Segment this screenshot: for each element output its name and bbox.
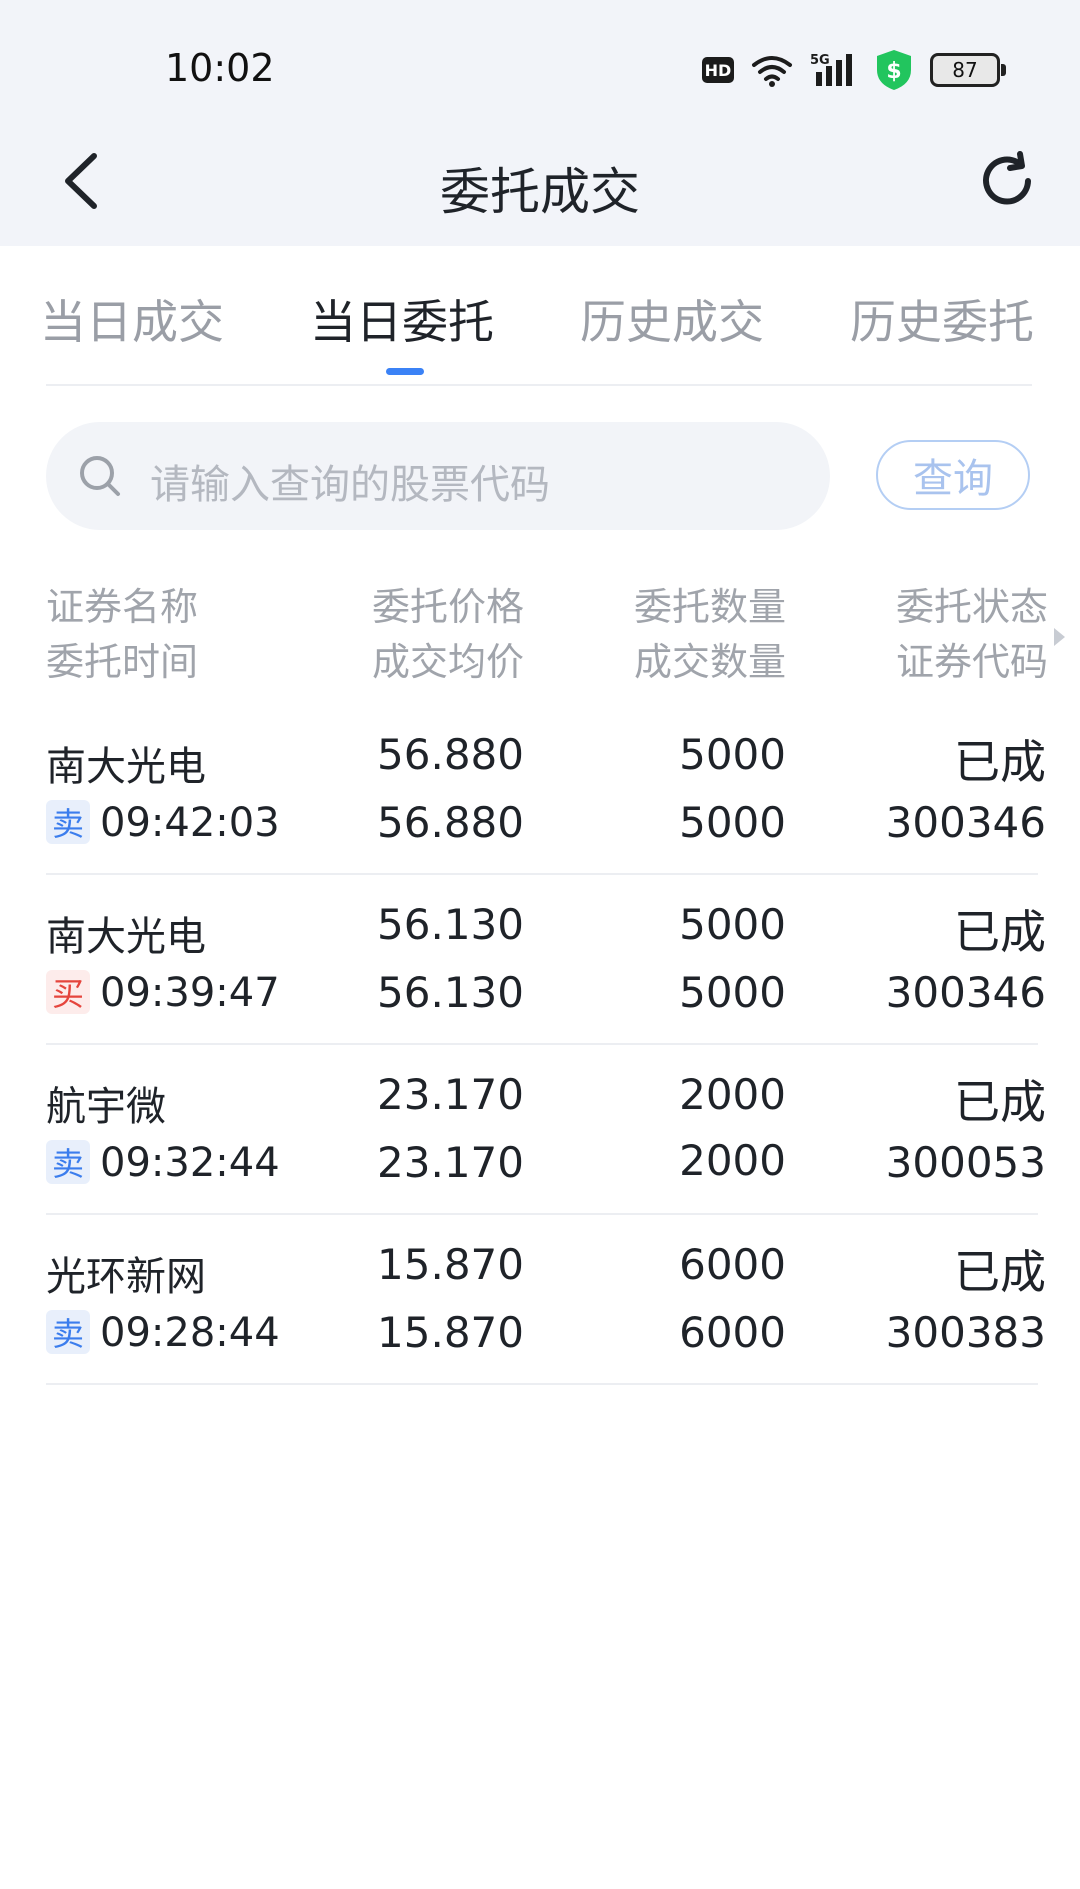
side-badge: 卖 [46,800,90,844]
order-price: 56.130 [377,900,524,949]
column-header-price-label: 委托价格 [371,585,524,629]
column-header-code-label: 证券代码 [895,640,1048,684]
table-row[interactable]: 南大光电 买 09:39:47 56.130 56.130 5000 5000 … [0,874,1080,1045]
filled-quantity: 5000 [679,968,786,1017]
hd-icon: HD [702,57,734,83]
active-tab-indicator [386,368,424,375]
refresh-icon[interactable] [976,150,1038,212]
search-icon [80,456,120,496]
order-time: 09:28:44 [100,1310,280,1356]
tab-today-orders[interactable]: 当日委托 [310,286,494,352]
top-header: 10:02 HD 5G $ 87 委托成交 [0,0,1080,246]
query-button[interactable]: 查询 [876,440,1030,510]
status-icons: HD 5G $ 87 [702,48,1006,92]
wifi-icon [752,56,792,87]
order-price: 15.870 [377,1240,524,1289]
order-time: 09:42:03 [100,800,280,846]
filled-quantity: 5000 [679,798,786,847]
stock-code: 300346 [885,798,1046,847]
stock-code: 300346 [885,968,1046,1017]
search-field[interactable]: 请输入查询的股票代码 [46,422,830,530]
order-time: 09:39:47 [100,970,280,1016]
column-header-filled-qty-label: 成交数量 [633,640,786,684]
svg-text:$: $ [886,59,901,84]
order-quantity: 2000 [679,1070,786,1119]
tab-divider [46,384,1032,386]
page-title: 委托成交 [440,163,640,221]
order-status: 已成 [954,1075,1046,1129]
column-header-status: 委托状态 证券代码 [896,580,1048,690]
order-status: 已成 [954,735,1046,789]
stock-name: 航宇微 [46,1084,166,1130]
column-header-avg-price-label: 成交均价 [371,640,524,684]
search-input-placeholder[interactable]: 请输入查询的股票代码 [150,452,550,510]
tab-history-orders[interactable]: 历史委托 [850,286,1034,352]
tab-today-trades[interactable]: 当日成交 [40,286,224,352]
column-header-quantity: 委托数量 成交数量 [634,580,786,690]
network-label: 5G [810,53,830,68]
table-row[interactable]: 南大光电 卖 09:42:03 56.880 56.880 5000 5000 … [0,704,1080,875]
status-time: 10:02 [165,46,275,90]
column-header-name-label: 证券名称 [46,585,199,629]
tab-bar: 当日成交 当日委托 历史成交 历史委托 [0,246,1080,386]
order-quantity: 5000 [679,730,786,779]
stock-name: 光环新网 [46,1254,206,1300]
row-divider [46,1383,1038,1385]
security-shield-icon: $ [877,50,911,90]
order-time: 09:32:44 [100,1140,280,1186]
filled-quantity: 6000 [679,1308,786,1357]
column-header-name: 证券名称 委托时间 [46,580,198,690]
order-quantity: 6000 [679,1240,786,1289]
side-badge: 卖 [46,1310,90,1354]
stock-name: 南大光电 [46,914,206,960]
cellular-signal-icon: 5G [810,53,852,86]
order-status: 已成 [954,1245,1046,1299]
stock-code: 300053 [885,1138,1046,1187]
filled-quantity: 2000 [679,1136,786,1185]
stock-code: 300383 [885,1308,1046,1357]
order-status: 已成 [954,905,1046,959]
table-row[interactable]: 光环新网 卖 09:28:44 15.870 15.870 6000 6000 … [0,1214,1080,1385]
avg-price: 56.130 [377,968,524,1017]
order-price: 23.170 [377,1070,524,1119]
side-badge: 卖 [46,1140,90,1184]
column-header-price: 委托价格 成交均价 [372,580,524,690]
avg-price: 23.170 [377,1138,524,1187]
table-row[interactable]: 航宇微 卖 09:32:44 23.170 23.170 2000 2000 已… [0,1044,1080,1215]
order-price: 56.880 [377,730,524,779]
column-header-qty-label: 委托数量 [633,585,786,629]
column-header-status-label: 委托状态 [895,585,1048,629]
side-badge: 买 [46,970,90,1014]
avg-price: 15.870 [377,1308,524,1357]
battery-icon: 87 [930,53,1006,87]
scroll-right-icon[interactable] [1054,628,1065,646]
stock-name: 南大光电 [46,744,206,790]
order-quantity: 5000 [679,900,786,949]
column-header-time-label: 委托时间 [46,640,199,684]
tab-history-trades[interactable]: 历史成交 [580,286,764,352]
avg-price: 56.880 [377,798,524,847]
